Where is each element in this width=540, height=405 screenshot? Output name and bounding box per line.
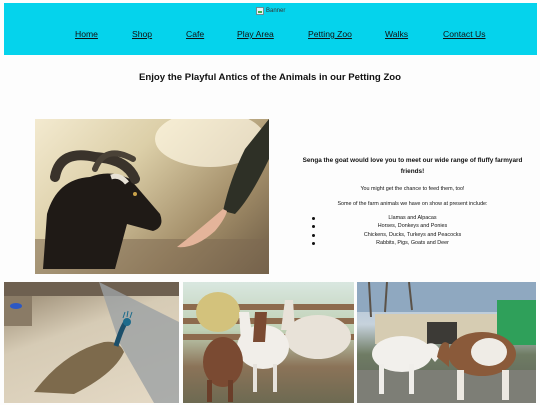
alpacas-illustration xyxy=(183,292,354,402)
list-item: Chickens, Ducks, Turkeys and Peacocks xyxy=(295,231,530,239)
goat-illustration xyxy=(35,119,269,274)
info-feed-text: You might get the chance to feed them, t… xyxy=(360,186,465,192)
page-title: Enjoy the Playful Antics of the Animals … xyxy=(138,72,402,83)
nav-link-shop[interactable]: Shop xyxy=(132,29,152,39)
banner-image: Banner xyxy=(256,7,285,15)
nav-link-petting-zoo[interactable]: Petting Zoo xyxy=(308,29,352,39)
info-animals-intro: Some of the farm animals we have on show… xyxy=(337,201,488,207)
list-item: Llamas and Alpacas xyxy=(295,214,530,222)
horses-photo xyxy=(357,282,536,403)
main-navigation: Home Shop Cafe Play Area Petting Zoo Wal… xyxy=(4,29,537,49)
peacock-photo xyxy=(4,282,179,403)
nav-link-walks[interactable]: Walks xyxy=(385,29,408,39)
goat-photo xyxy=(35,119,269,274)
broken-image-icon xyxy=(256,7,264,15)
peacock-illustration xyxy=(4,282,179,403)
nav-link-home[interactable]: Home xyxy=(75,29,98,39)
alpacas-photo xyxy=(183,282,354,403)
horses-illustration xyxy=(357,282,536,403)
animal-list: Llamas and Alpacas Horses, Donkeys and P… xyxy=(295,214,530,248)
nav-link-cafe[interactable]: Cafe xyxy=(186,29,204,39)
site-header: Banner Home Shop Cafe Play Area Petting … xyxy=(4,3,537,55)
petting-zoo-info: Senga the goat would love you to meet ou… xyxy=(295,155,530,248)
nav-link-play-area[interactable]: Play Area xyxy=(237,29,274,39)
list-item: Rabbits, Pigs, Goats and Deer xyxy=(295,239,530,247)
banner-alt-text: Banner xyxy=(266,8,286,14)
list-item: Horses, Donkeys and Ponies xyxy=(295,222,530,230)
nav-link-contact-us[interactable]: Contact Us xyxy=(443,29,486,39)
info-lead: Senga the goat would love you to meet ou… xyxy=(302,157,523,175)
